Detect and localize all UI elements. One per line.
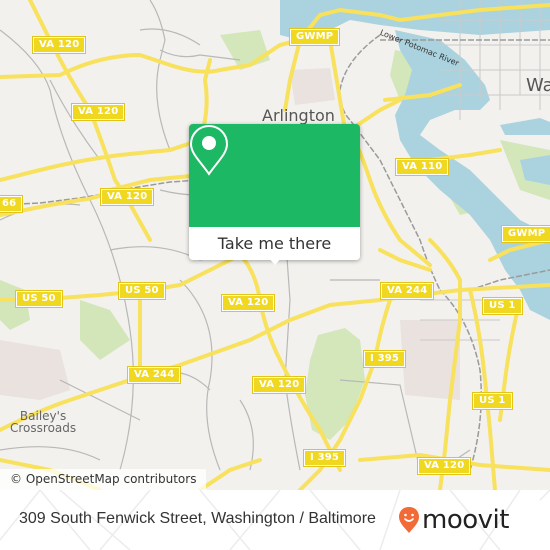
place-label-washington: Wa bbox=[526, 75, 550, 96]
road-shield: VA 120 bbox=[416, 457, 472, 475]
footer-bar: 309 South Fenwick Street, Washington / B… bbox=[0, 490, 550, 550]
take-me-there-button[interactable]: Take me there bbox=[189, 227, 360, 260]
road-shield: US 50 bbox=[118, 282, 166, 300]
road-shield: I 395 bbox=[302, 449, 347, 467]
road-shield: VA 120 bbox=[70, 103, 126, 121]
road-shield: VA 120 bbox=[251, 376, 307, 394]
place-label-baileys-crossroads: Bailey's Crossroads bbox=[10, 410, 76, 434]
take-me-there-label: Take me there bbox=[217, 234, 332, 253]
road-shield: 66 bbox=[0, 195, 24, 213]
map-attribution[interactable]: © OpenStreetMap contributors bbox=[0, 469, 207, 490]
road-shield: GWMP bbox=[500, 225, 550, 243]
popup-header bbox=[189, 124, 360, 227]
moovit-pin-icon bbox=[399, 507, 419, 533]
road-shield: US 1 bbox=[472, 392, 513, 410]
road-shield: GWMP bbox=[288, 28, 341, 46]
map-view[interactable]: Arlington Wa Bailey's Crossroads Lower P… bbox=[0, 0, 550, 490]
moovit-wordmark: moovit bbox=[422, 505, 509, 535]
destination-popup: Take me there bbox=[189, 124, 360, 265]
urban-area bbox=[0, 340, 70, 400]
road-shield: I 395 bbox=[362, 350, 407, 368]
road-shield: US 50 bbox=[15, 290, 63, 308]
road-shield: VA 244 bbox=[379, 282, 435, 300]
urban-area bbox=[290, 68, 335, 105]
place-label-line: Crossroads bbox=[10, 421, 77, 435]
map-pin-icon bbox=[189, 124, 229, 176]
road-shield: VA 244 bbox=[126, 366, 182, 384]
road-shield: VA 110 bbox=[394, 158, 450, 176]
place-label-arlington: Arlington bbox=[262, 106, 335, 125]
road-shield: US 1 bbox=[482, 297, 523, 315]
road-shield: VA 120 bbox=[99, 188, 155, 206]
moovit-logo[interactable]: moovit bbox=[398, 504, 509, 536]
road-shield: VA 120 bbox=[220, 294, 276, 312]
park-area bbox=[80, 300, 130, 360]
road-shield: VA 120 bbox=[31, 36, 87, 54]
popup-pointer bbox=[268, 257, 282, 265]
tidal-basin bbox=[500, 118, 550, 135]
address-text: 309 South Fenwick Street, Washington / B… bbox=[19, 510, 376, 527]
